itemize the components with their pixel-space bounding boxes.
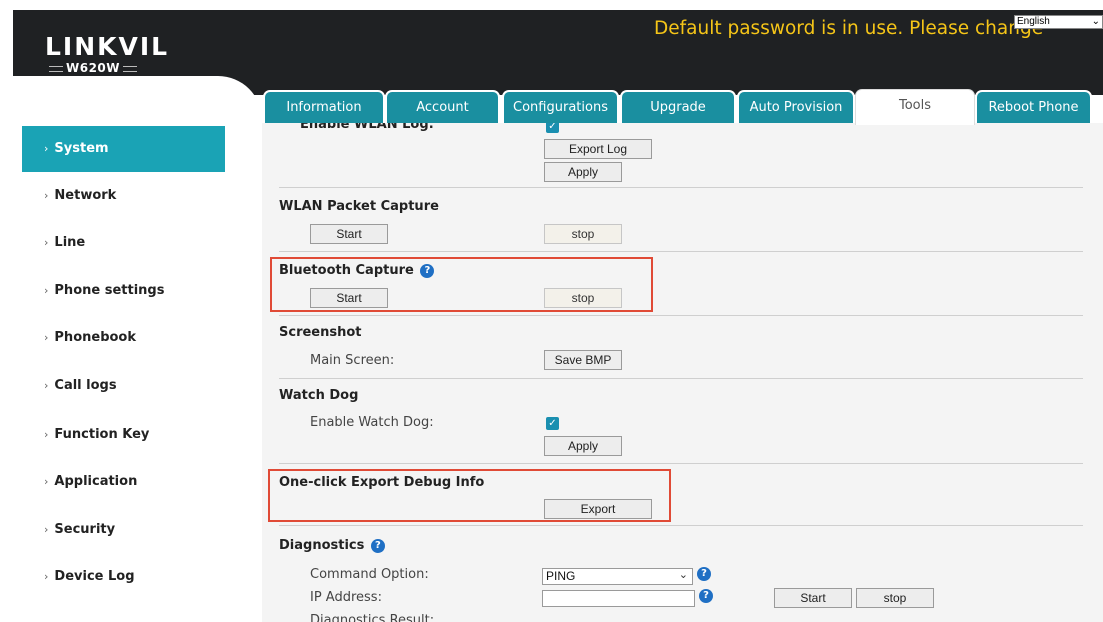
sidebar-item-label: Call logs [54, 378, 117, 393]
sidebar: › System › Network › Line › Phone settings ›… [0, 76, 262, 622]
enable-watch-dog-label: Enable Watch Dog: [310, 415, 434, 430]
chevron-right-icon: › [44, 428, 49, 441]
sidebar-item-label: Application [54, 474, 138, 489]
section-divider [279, 463, 1083, 464]
decorative-bars-icon [123, 65, 138, 72]
chevron-right-icon: › [44, 142, 49, 155]
section-divider [279, 378, 1083, 379]
chevron-right-icon: › [44, 236, 49, 249]
sidebar-item-security[interactable]: › Security [22, 507, 225, 553]
export-debug-highlight [268, 469, 671, 522]
sidebar-item-label: System [54, 141, 109, 156]
main-screen-label: Main Screen: [310, 353, 395, 368]
sidebar-item-call-logs[interactable]: › Call logs [22, 363, 225, 409]
tab-auto-provision[interactable]: Auto Provision [737, 90, 855, 124]
chevron-right-icon: › [44, 284, 49, 297]
model-label: W620W [46, 61, 140, 75]
sidebar-item-system[interactable]: › System [22, 126, 225, 172]
tools-system-panel: Enable WLAN Log: ✓ Export Log Apply WLAN… [262, 123, 1103, 622]
chevron-down-icon: ⌄ [1091, 16, 1100, 27]
diagnostics-start-button[interactable]: Start [774, 588, 852, 608]
chevron-right-icon: › [44, 189, 49, 202]
tab-account[interactable]: Account [385, 90, 500, 124]
chevron-right-icon: › [44, 379, 49, 392]
sidebar-item-label: Device Log [54, 569, 135, 584]
diagnostics-result-label: Diagnostics Result: [310, 613, 435, 622]
language-select[interactable]: English ⌄ [1014, 15, 1103, 29]
chevron-right-icon: › [44, 475, 49, 488]
language-value: English [1017, 16, 1050, 27]
section-divider [279, 315, 1083, 316]
bluetooth-capture-highlight [270, 257, 653, 312]
section-divider [279, 187, 1083, 188]
sidebar-item-label: Phone settings [54, 283, 165, 298]
save-bmp-button[interactable]: Save BMP [544, 350, 622, 370]
command-option-select[interactable]: PING ⌄ [542, 568, 693, 585]
wlan-log-label: Enable WLAN Log: [300, 123, 434, 132]
diagnostics-stop-button[interactable]: stop [856, 588, 934, 608]
decorative-bars-icon [49, 65, 63, 72]
sidebar-item-label: Function Key [54, 427, 150, 442]
sidebar-item-application[interactable]: › Application [22, 459, 225, 505]
wlan-log-checkbox[interactable]: ✓ [546, 123, 559, 133]
command-option-label: Command Option: [310, 567, 429, 582]
wlan-capture-start-button[interactable]: Start [310, 224, 388, 244]
section-divider [279, 251, 1083, 252]
tab-upgrade[interactable]: Upgrade [620, 90, 736, 124]
wlan-packet-capture-title: WLAN Packet Capture [279, 199, 439, 214]
sidebar-item-label: Phonebook [54, 330, 137, 345]
sidebar-item-network[interactable]: › Network [22, 173, 225, 219]
chevron-right-icon: › [44, 523, 49, 536]
sidebar-item-function-key[interactable]: › Function Key [22, 412, 225, 458]
export-log-button[interactable]: Export Log [544, 139, 652, 159]
default-password-warning: Default password is in use. Please chang… [654, 18, 1044, 39]
screenshot-title: Screenshot [279, 325, 362, 340]
help-icon[interactable]: ? [370, 539, 385, 553]
tab-information[interactable]: Information [263, 90, 385, 124]
tab-configurations[interactable]: Configurations [502, 90, 619, 124]
sidebar-item-device-log[interactable]: › Device Log [22, 554, 225, 600]
tab-tools[interactable]: Tools [855, 89, 975, 125]
watch-dog-title: Watch Dog [279, 388, 359, 403]
wlan-log-apply-button[interactable]: Apply [544, 162, 622, 182]
model-name: W620W [66, 61, 121, 75]
ip-address-label: IP Address: [310, 590, 382, 605]
sidebar-item-label: Network [54, 188, 117, 203]
wlan-capture-stop-button[interactable]: stop [544, 224, 622, 244]
brand-logo: LINKVIL [45, 32, 170, 61]
section-divider [279, 525, 1083, 526]
help-icon[interactable]: ? [699, 589, 713, 603]
chevron-down-icon: ⌄ [678, 569, 688, 581]
tab-reboot-phone[interactable]: Reboot Phone [975, 90, 1092, 124]
command-option-value: PING [546, 569, 576, 583]
sidebar-item-label: Line [54, 235, 86, 250]
watch-dog-apply-button[interactable]: Apply [544, 436, 622, 456]
sidebar-item-phone-settings[interactable]: › Phone settings [22, 268, 225, 314]
chevron-right-icon: › [44, 331, 49, 344]
sidebar-item-line[interactable]: › Line [22, 220, 225, 266]
sidebar-item-phonebook[interactable]: › Phonebook [22, 315, 225, 361]
diagnostics-label: Diagnostics [279, 538, 365, 553]
watch-dog-checkbox[interactable]: ✓ [546, 417, 559, 430]
sidebar-item-label: Security [54, 522, 116, 537]
chevron-right-icon: › [44, 570, 49, 583]
help-icon[interactable]: ? [697, 567, 711, 581]
diagnostics-title: Diagnostics ? [279, 538, 385, 553]
ip-address-input[interactable] [542, 590, 695, 607]
